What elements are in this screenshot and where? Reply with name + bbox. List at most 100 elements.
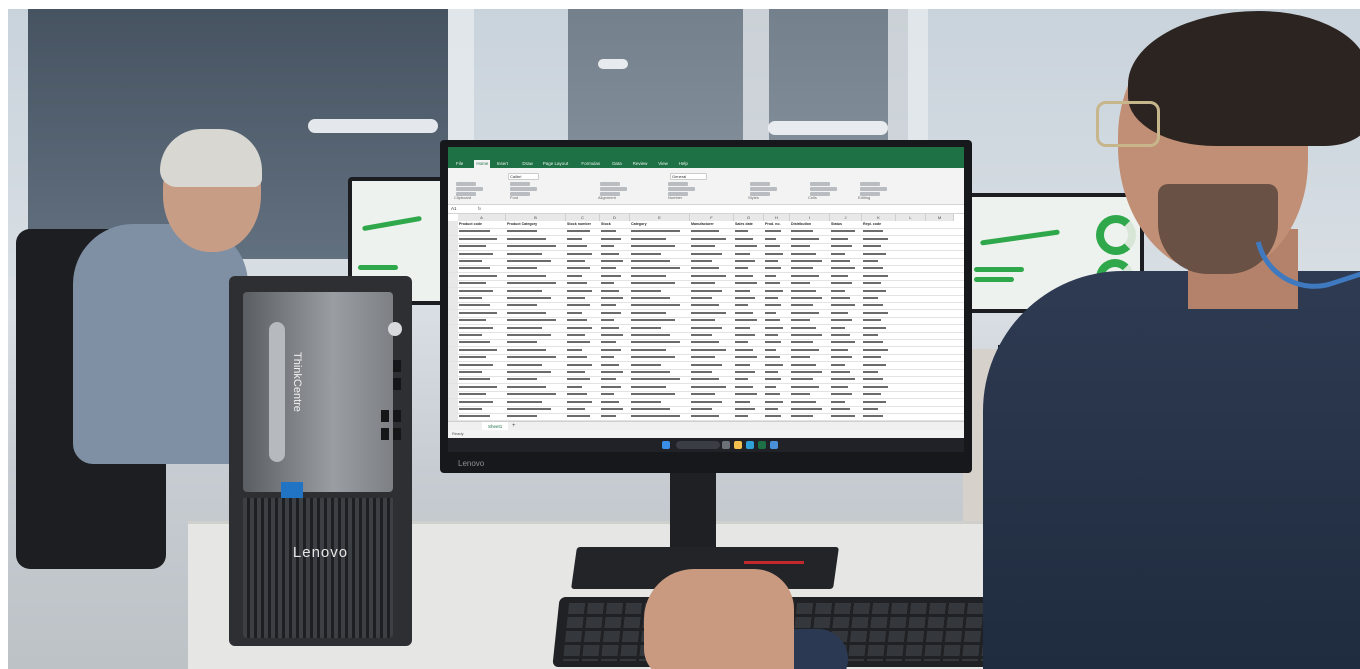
table-cell[interactable] [690,413,733,420]
table-cell[interactable] [566,302,599,309]
table-cell[interactable] [764,280,789,287]
row-number[interactable] [448,332,458,339]
table-cell[interactable] [734,317,763,324]
column-header[interactable]: L [896,214,926,221]
table-cell[interactable] [458,302,505,309]
ribbon-button[interactable] [810,182,830,186]
table-cell[interactable] [566,369,599,376]
table-cell[interactable] [734,273,763,280]
table-cell[interactable] [630,339,689,346]
row-number[interactable] [448,287,458,295]
row-number[interactable] [448,354,458,362]
table-cell[interactable] [690,251,733,258]
row-number[interactable] [448,406,458,413]
table-cell[interactable] [458,362,505,369]
table-cell[interactable] [830,228,861,235]
table-cell[interactable] [458,391,505,398]
table-cell[interactable] [862,384,895,391]
table-cell[interactable] [600,332,629,339]
table-cell[interactable] [830,354,861,361]
table-cell[interactable] [458,228,505,235]
table-cell[interactable] [506,413,565,420]
table-cell[interactable] [734,339,763,346]
ribbon-button[interactable] [600,192,620,196]
table-cell[interactable] [458,406,505,413]
excel-icon[interactable] [758,441,766,449]
table-cell[interactable] [862,376,895,383]
table-cell[interactable] [734,258,763,265]
table-cell[interactable] [506,280,565,287]
table-cell[interactable] [734,362,763,369]
table-cell[interactable] [630,302,689,309]
table-cell[interactable] [790,273,829,280]
table-cell[interactable] [458,258,505,265]
table-header-cell[interactable]: Sales date [734,221,763,228]
table-header-cell[interactable]: Repl. code [862,221,895,228]
table-cell[interactable] [506,310,565,317]
table-cell[interactable] [862,236,895,243]
ribbon-button[interactable] [860,182,880,186]
table-cell[interactable] [458,236,505,243]
table-cell[interactable] [734,236,763,243]
table-cell[interactable] [506,288,565,295]
table-cell[interactable] [506,236,565,243]
table-cell[interactable] [690,376,733,383]
table-cell[interactable] [630,325,689,332]
table-cell[interactable] [734,369,763,376]
row-number[interactable] [448,346,458,354]
table-cell[interactable] [830,310,861,317]
table-cell[interactable] [600,295,629,302]
table-cell[interactable] [630,258,689,265]
table-header-cell[interactable]: Status [830,221,861,228]
ribbon-button[interactable] [750,182,770,186]
table-cell[interactable] [734,391,763,398]
column-header[interactable]: K [862,214,896,221]
table-cell[interactable] [458,413,505,420]
table-cell[interactable] [734,325,763,332]
table-cell[interactable] [630,228,689,235]
table-cell[interactable] [790,295,829,302]
menu-tab[interactable]: View [656,160,670,168]
table-cell[interactable] [566,295,599,302]
table-cell[interactable] [690,384,733,391]
table-cell[interactable] [630,265,689,272]
table-cell[interactable] [566,325,599,332]
table-cell[interactable] [506,354,565,361]
table-cell[interactable] [790,317,829,324]
table-cell[interactable] [600,251,629,258]
table-header-cell[interactable]: Distribution [790,221,829,228]
table-cell[interactable] [764,236,789,243]
table-cell[interactable] [506,347,565,354]
ribbon-button[interactable] [456,192,476,196]
ribbon-button[interactable] [750,192,770,196]
table-cell[interactable] [690,325,733,332]
ribbon-button[interactable] [456,187,483,191]
table-cell[interactable] [734,310,763,317]
table-cell[interactable] [764,228,789,235]
row-number[interactable] [448,383,458,391]
row-number[interactable] [448,280,458,288]
table-cell[interactable] [506,332,565,339]
table-cell[interactable] [734,413,763,420]
table-cell[interactable] [458,339,505,346]
column-header[interactable]: M [926,214,954,221]
table-cell[interactable] [566,332,599,339]
table-cell[interactable] [764,339,789,346]
table-cell[interactable] [458,243,505,250]
table-cell[interactable] [458,376,505,383]
table-cell[interactable] [734,399,763,406]
table-cell[interactable] [630,406,689,413]
table-cell[interactable] [506,243,565,250]
table-cell[interactable] [506,228,565,235]
table-header-cell[interactable]: Product code [458,221,505,228]
table-cell[interactable] [506,384,565,391]
table-cell[interactable] [764,376,789,383]
table-cell[interactable] [600,369,629,376]
table-cell[interactable] [630,280,689,287]
table-cell[interactable] [830,413,861,420]
row-number[interactable] [448,295,458,302]
menu-tab[interactable]: Help [677,160,690,168]
table-cell[interactable] [764,258,789,265]
table-cell[interactable] [630,354,689,361]
table-cell[interactable] [506,391,565,398]
